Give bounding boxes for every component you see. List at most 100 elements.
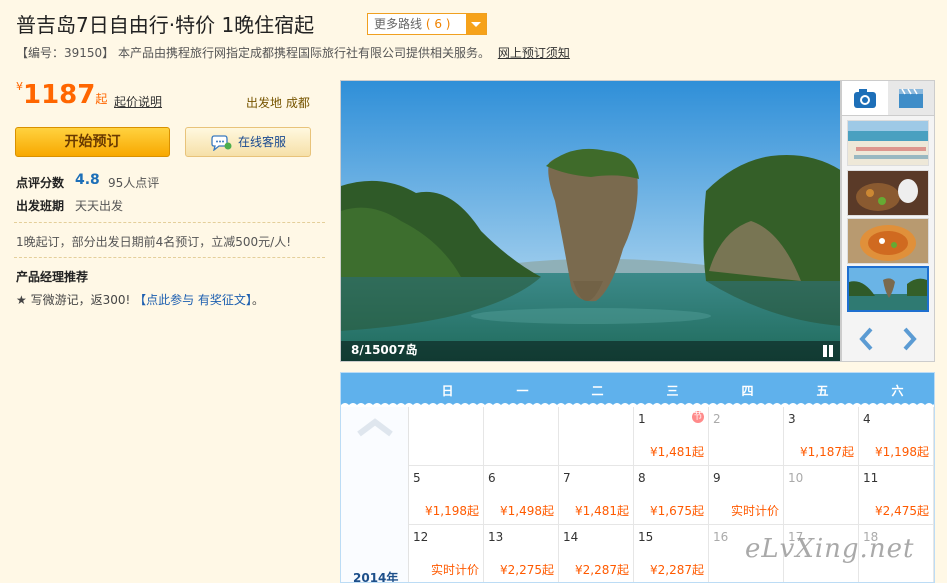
video-icon bbox=[899, 88, 923, 108]
calendar-price: ¥1,198起 bbox=[875, 445, 929, 459]
calendar-empty-cell bbox=[559, 407, 634, 466]
page-title: 普吉岛7日自由行·特价 1晚住宿起 bbox=[16, 13, 315, 37]
calendar-day-number: 14 bbox=[563, 530, 579, 544]
thumbnail-food[interactable] bbox=[847, 170, 929, 216]
beach-thumbnail bbox=[848, 121, 928, 165]
calendar-price: ¥2,275起 bbox=[500, 563, 554, 577]
phang-nga-bay-photo bbox=[341, 81, 840, 361]
rating-score: 4.8 bbox=[75, 172, 100, 188]
calendar-price: ¥1,481起 bbox=[575, 504, 629, 518]
prev-month-button[interactable] bbox=[355, 417, 395, 437]
booking-note: 1晚起订，部分出发日期前4名预订，立减500元/人! bbox=[16, 235, 292, 249]
pm-text: ★ 写微游记，返300! bbox=[16, 293, 135, 307]
chevron-up-icon bbox=[357, 418, 393, 437]
calendar-day-cell[interactable]: 9 实时计价 bbox=[709, 466, 784, 525]
thumbnail-island-selected[interactable] bbox=[847, 266, 929, 312]
calendar-day-number: 6 bbox=[488, 471, 496, 485]
chevron-down-icon bbox=[466, 14, 486, 34]
tab-photos[interactable] bbox=[842, 81, 888, 115]
calendar-price: 实时计价 bbox=[430, 563, 479, 577]
product-info-text: 【编号：39150】 本产品由携程旅行网指定成都携程国际旅行社有限公司提供相关服… bbox=[16, 46, 490, 60]
online-service-button[interactable]: 在线客服 bbox=[185, 127, 311, 157]
schedule-value: 天天出发 bbox=[75, 199, 124, 213]
departure-city: 出发地 成都 bbox=[246, 96, 310, 110]
calendar-day-cell[interactable]: 11 ¥2,475起 bbox=[859, 466, 934, 525]
calendar-day-number: 15 bbox=[638, 530, 654, 544]
weekday-header: 一 bbox=[516, 384, 529, 398]
calendar-price: ¥2,287起 bbox=[575, 563, 629, 577]
calendar-day-cell[interactable]: 15 ¥2,287起 bbox=[634, 525, 709, 582]
calendar-day-cell[interactable]: 3 ¥1,187起 bbox=[784, 407, 859, 466]
calendar-day-cell[interactable]: 8 ¥1,675起 bbox=[634, 466, 709, 525]
start-booking-button[interactable]: 开始预订 bbox=[15, 127, 170, 157]
calendar-day-cell[interactable]: 6 ¥1,498起 bbox=[484, 466, 559, 525]
pm-recommend-title: 产品经理推荐 bbox=[16, 270, 89, 284]
calendar-year: 2014年 bbox=[353, 571, 399, 583]
calendar-price: ¥1,481起 bbox=[650, 445, 704, 459]
chevron-left-icon bbox=[859, 327, 873, 351]
calendar-price: ¥1,198起 bbox=[425, 504, 479, 518]
product-info-line: 【编号：39150】 本产品由携程旅行网指定成都携程国际旅行社有限公司提供相关服… bbox=[16, 44, 570, 61]
calendar-side: 2014年 bbox=[341, 407, 409, 583]
calendar-day-number: 11 bbox=[863, 471, 879, 485]
calendar-day-number: 10 bbox=[788, 471, 804, 485]
holiday-badge: 节 bbox=[692, 411, 704, 423]
thumbnail-soup[interactable] bbox=[847, 218, 929, 264]
calendar-day-cell[interactable]: 5 ¥1,198起 bbox=[409, 466, 484, 525]
calendar-day-number: 8 bbox=[638, 471, 646, 485]
island-thumbnail bbox=[849, 268, 927, 310]
prev-photo-button[interactable] bbox=[852, 324, 882, 354]
more-routes-label: 更多路线 bbox=[374, 17, 423, 31]
pause-icon[interactable] bbox=[822, 345, 834, 357]
calendar-day-cell[interactable]: 14 ¥2,287起 bbox=[559, 525, 634, 582]
price-explanation-link[interactable]: 起价说明 bbox=[114, 93, 162, 110]
calendar-day-number: 9 bbox=[713, 471, 721, 485]
chat-icon bbox=[211, 135, 232, 151]
more-routes-count: ( 6 ) bbox=[425, 17, 451, 31]
price-currency: ¥ bbox=[16, 80, 23, 93]
next-photo-button[interactable] bbox=[894, 324, 924, 354]
weekday-header: 三 bbox=[666, 384, 679, 398]
essay-contest-link[interactable]: 【点此参与 有奖征文】 bbox=[134, 293, 252, 307]
camera-icon bbox=[854, 89, 876, 108]
weekday-header: 日 bbox=[441, 384, 454, 398]
booking-notice-link[interactable]: 网上预订须知 bbox=[498, 46, 570, 60]
weekday-header: 二 bbox=[591, 384, 604, 398]
calendar-day-number: 16 bbox=[713, 530, 729, 544]
more-routes-dropdown[interactable]: 更多路线 ( 6 ) bbox=[367, 13, 487, 35]
tab-videos[interactable] bbox=[888, 81, 934, 115]
calendar-day-cell: 10 bbox=[784, 466, 859, 525]
thumbnail-strip bbox=[841, 116, 935, 362]
divider bbox=[14, 257, 325, 258]
weekday-header: 四 bbox=[741, 384, 754, 398]
calendar-day-cell: 2 bbox=[709, 407, 784, 466]
price-amount: 1187 bbox=[23, 80, 96, 110]
calendar-day-number: 7 bbox=[563, 471, 571, 485]
calendar-day-cell[interactable]: 12 实时计价 bbox=[409, 525, 484, 582]
calendar-day-number: 5 bbox=[413, 471, 421, 485]
schedule-label: 出发班期 bbox=[16, 199, 65, 213]
media-tabs bbox=[841, 80, 935, 116]
chevron-right-icon bbox=[903, 327, 917, 351]
calendar-day-cell[interactable]: 1 节 ¥1,481起 bbox=[634, 407, 709, 466]
calendar-price: ¥1,675起 bbox=[650, 504, 704, 518]
calendar-day-number: 13 bbox=[488, 530, 504, 544]
watermark: eLvXing.net bbox=[745, 534, 915, 564]
calendar-day-number: 4 bbox=[863, 412, 871, 426]
weekday-header: 六 bbox=[891, 384, 904, 398]
soup-thumbnail bbox=[848, 219, 928, 263]
thumbnail-beach[interactable] bbox=[847, 120, 929, 166]
online-service-label: 在线客服 bbox=[238, 135, 287, 149]
price-suffix: 起 bbox=[95, 92, 108, 106]
calendar-day-cell[interactable]: 4 ¥1,198起 bbox=[859, 407, 934, 466]
rating-label: 点评分数 bbox=[16, 176, 65, 190]
main-photo[interactable]: 8/15007岛 bbox=[340, 80, 841, 362]
calendar-price: ¥2,287起 bbox=[650, 563, 704, 577]
calendar-day-number: 1 bbox=[638, 412, 646, 426]
calendar-empty-cell bbox=[409, 407, 484, 466]
calendar-price: ¥1,498起 bbox=[500, 504, 554, 518]
divider bbox=[14, 222, 325, 223]
calendar-day-cell[interactable]: 7 ¥1,481起 bbox=[559, 466, 634, 525]
review-count-link[interactable]: 95人点评 bbox=[108, 174, 159, 191]
calendar-day-cell[interactable]: 13 ¥2,275起 bbox=[484, 525, 559, 582]
